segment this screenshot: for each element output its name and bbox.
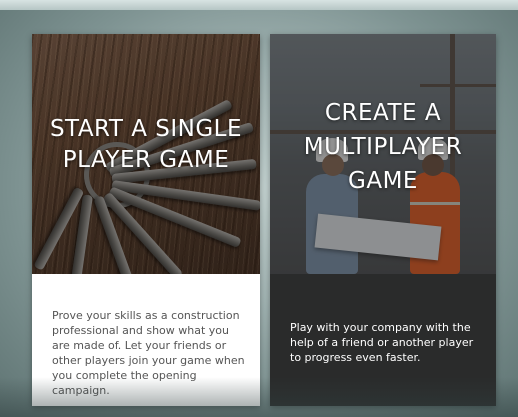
single-title-line-1: START A SINGLE [49,116,243,142]
multi-title-line-1: CREATE A [324,100,442,126]
multiplayer-description: Play with your company with the help of … [290,321,474,364]
multiplayer-title: CREATE A MULTIPLAYER GAME [270,96,496,198]
single-player-title: START A SINGLE PLAYER GAME [32,114,260,176]
bottom-haze [0,377,518,417]
multiplayer-card[interactable]: CREATE A MULTIPLAYER GAME Play with your… [270,34,496,406]
game-mode-screen: START A SINGLE PLAYER GAME Prove your sk… [0,0,518,417]
multi-title-line-3: GAME [348,168,418,194]
single-title-line-2: PLAYER GAME [62,147,230,173]
multi-title-line-2: MULTIPLAYER [303,134,463,160]
top-bar [0,0,518,10]
single-player-card[interactable]: START A SINGLE PLAYER GAME Prove your sk… [32,34,260,406]
